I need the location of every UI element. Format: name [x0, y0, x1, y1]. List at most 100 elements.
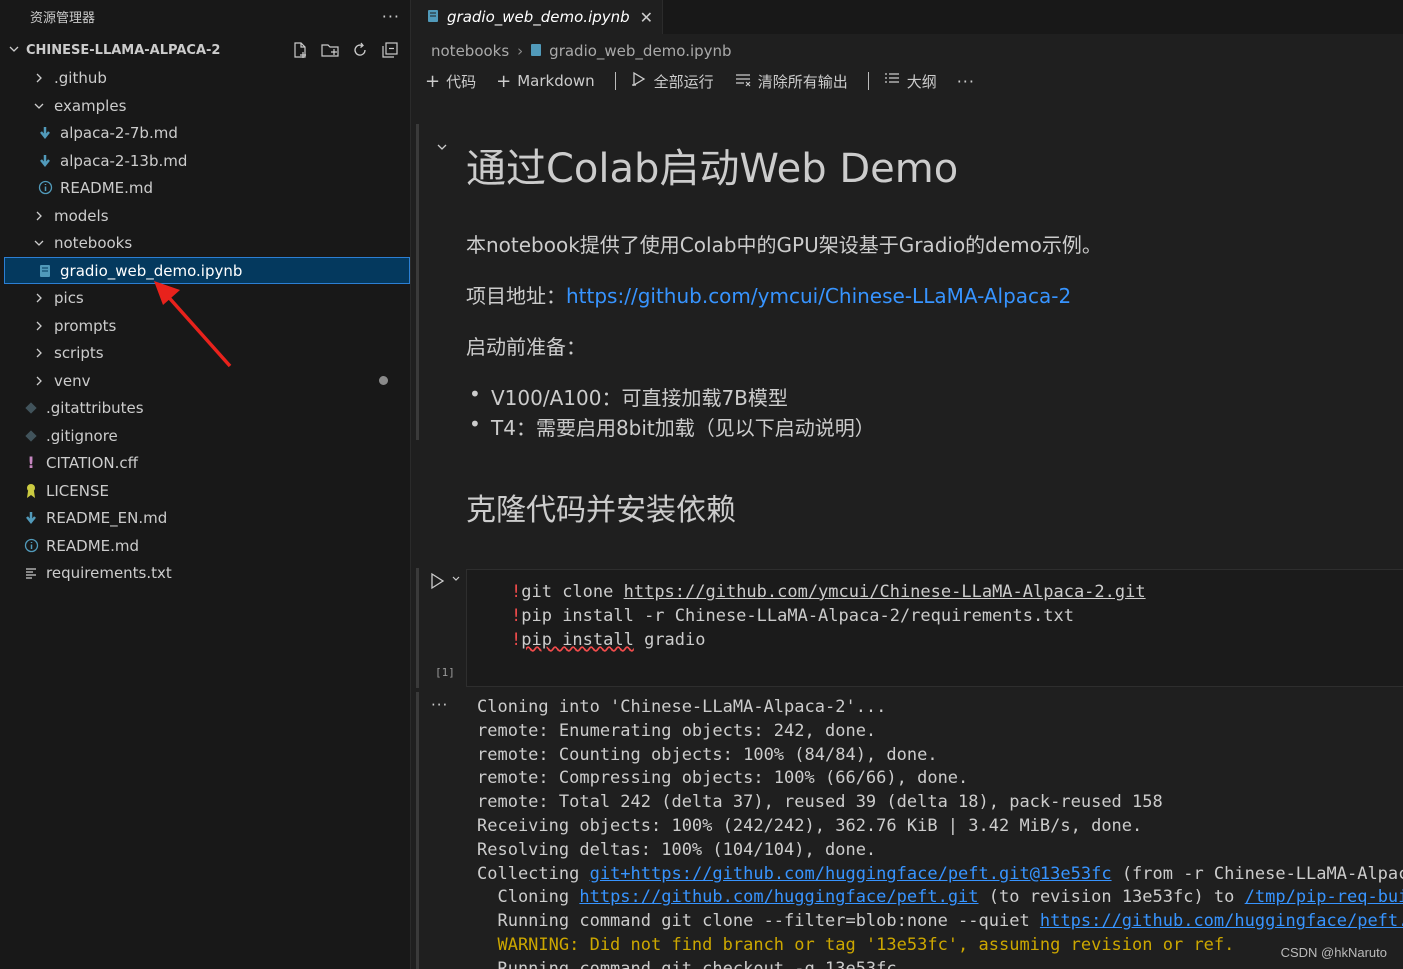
list-icon — [883, 70, 901, 93]
output-text: Cloning — [477, 887, 580, 908]
new-folder-icon[interactable] — [320, 40, 340, 64]
workspace-section-header[interactable]: CHINESE-LLAMA-ALPACA-2 — [8, 38, 408, 62]
output-link[interactable]: /tmp/pip-req-build — [1245, 887, 1403, 907]
tree-item-venv[interactable]: venv — [4, 367, 410, 394]
git-file-icon — [22, 399, 40, 417]
code-text: git clone — [521, 582, 624, 602]
code-text: pip install -r Chinese-LLaMA-Alpaca-2/re… — [521, 606, 1074, 626]
editor-area: gradio_web_demo.ipynb ✕ notebooks › grad… — [411, 0, 1403, 969]
project-address-label: 项目地址： — [466, 284, 566, 308]
chevron-right-icon — [30, 289, 48, 307]
tree-item-notebooks[interactable]: notebooks — [4, 229, 410, 256]
output-line: Receiving objects: 100% (242/242), 362.7… — [477, 815, 1143, 836]
chevron-down-icon — [8, 43, 26, 58]
clear-outputs-label: 清除所有输出 — [757, 72, 848, 91]
text-file-icon — [22, 564, 40, 582]
chevron-right-icon — [30, 344, 48, 362]
tree-item-gitattributes[interactable]: .gitattributes — [4, 394, 410, 421]
tree-item-citation[interactable]: ! CITATION.cff — [4, 449, 410, 476]
explorer-more-button[interactable]: ··· — [382, 7, 400, 26]
tree-item-readme[interactable]: README.md — [4, 532, 410, 559]
new-file-icon[interactable] — [290, 40, 310, 64]
run-all-icon — [630, 70, 648, 93]
tree-item-alpaca-2-13b[interactable]: alpaca-2-13b.md — [4, 147, 410, 174]
run-all-label: 全部运行 — [653, 72, 714, 91]
toolbar-separator — [867, 72, 869, 90]
tree-item-gitignore[interactable]: .gitignore — [4, 422, 410, 449]
output-line: Resolving deltas: 100% (104/104), done. — [477, 839, 877, 860]
tree-item-alpaca-2-7b[interactable]: alpaca-2-7b.md — [4, 119, 410, 146]
modified-dot — [379, 376, 388, 385]
output-link[interactable]: https://github.com/huggingface/peft.git — [579, 887, 978, 907]
tree-item-label: prompts — [54, 316, 117, 335]
run-cell-icon[interactable] — [429, 572, 445, 594]
tab-bar: gradio_web_demo.ipynb ✕ — [411, 0, 1403, 34]
add-code-label: 代码 — [446, 72, 477, 91]
output-text: Collecting — [477, 863, 590, 884]
close-tab-icon[interactable]: ✕ — [640, 8, 653, 27]
explorer-header: 资源管理器 ··· — [30, 4, 400, 28]
collapse-chevron-icon[interactable] — [435, 140, 449, 158]
output-link[interactable]: https://github.com/huggingface/peft.git — [1040, 911, 1403, 931]
tree-item-examples-readme[interactable]: README.md — [4, 174, 410, 201]
code-editor[interactable]: ! git clone https://github.com/ymcui/Chin… — [466, 569, 1403, 687]
tree-item-github[interactable]: .github — [4, 64, 410, 91]
shell-bang: ! — [511, 630, 522, 650]
chevron-down-icon — [30, 97, 48, 115]
tree-item-requirements[interactable]: requirements.txt — [4, 559, 410, 586]
toolbar-more-button[interactable]: ··· — [957, 72, 975, 91]
refresh-icon[interactable] — [350, 40, 370, 64]
notebook-toolbar: + 代码 + Markdown 全部运行 清除所有输出 大纲 ··· — [425, 68, 975, 94]
output-text: (to revision 13e53fc) to — [978, 887, 1245, 908]
output-line: Cloning into 'Chinese-LLaMA-Alpaca-2'... — [477, 697, 887, 717]
collapse-all-icon[interactable] — [380, 40, 400, 64]
add-markdown-cell-button[interactable]: + Markdown — [496, 71, 595, 92]
explorer-title: 资源管理器 — [30, 10, 96, 26]
clear-outputs-button[interactable]: 清除所有输出 — [734, 70, 848, 93]
project-link[interactable]: https://github.com/ymcui/Chinese-LLaMA-A… — [566, 284, 1071, 308]
git-file-icon — [22, 427, 40, 445]
tree-item-label: CITATION.cff — [46, 453, 138, 472]
tree-item-readme-en[interactable]: README_EN.md — [4, 504, 410, 531]
chevron-down-icon[interactable] — [451, 574, 461, 587]
output-focus-bar — [416, 692, 419, 969]
tab-gradio-web-demo[interactable]: gradio_web_demo.ipynb ✕ — [411, 0, 663, 34]
markdown-paragraph-intro: 本notebook提供了使用Colab中的GPU架设基于Gradio的demo示… — [466, 233, 1102, 257]
add-code-cell-button[interactable]: + 代码 — [425, 71, 476, 92]
output-line: Cloning https://github.com/huggingface/p… — [477, 886, 1403, 910]
info-icon — [36, 179, 54, 197]
tree-item-label: README_EN.md — [46, 508, 168, 527]
output-text: Running command git clone --filter=blob:… — [477, 911, 1040, 932]
tree-item-label: notebooks — [54, 233, 133, 252]
workspace-name: CHINESE-LLAMA-ALPACA-2 — [26, 42, 221, 58]
tree-item-models[interactable]: models — [4, 202, 410, 229]
output-line: Collecting git+https://github.com/huggin… — [477, 863, 1403, 887]
output-more-button[interactable]: ··· — [431, 696, 448, 714]
section-actions — [290, 40, 400, 64]
output-line: remote: Total 242 (delta 37), reused 39 … — [477, 792, 1163, 813]
tree-item-license[interactable]: LICENSE — [4, 477, 410, 504]
tree-item-label: README.md — [60, 178, 154, 197]
markdown-file-icon — [36, 124, 54, 142]
tree-item-label: .gitignore — [46, 426, 118, 445]
markdown-file-icon — [22, 509, 40, 527]
outline-button[interactable]: 大纲 — [883, 70, 937, 93]
code-line-3: !pip install gradio — [511, 630, 706, 650]
output-link[interactable]: git+https://github.com/huggingface/peft.… — [590, 864, 1112, 884]
chevron-right-icon — [30, 69, 48, 87]
explorer-sidebar: 资源管理器 ··· CHINESE-LLAMA-ALPACA-2 .github… — [0, 0, 411, 969]
red-arrow-annotation — [154, 281, 232, 368]
execution-count: [1] — [435, 666, 455, 679]
code-url[interactable]: https://github.com/ymcui/Chinese-LLaMA-A… — [624, 582, 1146, 602]
code-line-2: !pip install -r Chinese-LLaMA-Alpaca-2/r… — [511, 606, 1074, 626]
tree-item-label: scripts — [54, 343, 104, 362]
breadcrumb-file[interactable]: gradio_web_demo.ipynb — [549, 42, 731, 60]
tree-item-examples[interactable]: examples — [4, 92, 410, 119]
code-line-1: !git clone https://github.com/ymcui/Chin… — [511, 582, 1146, 602]
breadcrumb-folder[interactable]: notebooks — [431, 42, 509, 60]
outline-label: 大纲 — [906, 72, 937, 91]
exclamation-icon: ! — [27, 453, 35, 472]
breadcrumb: notebooks › gradio_web_demo.ipynb — [431, 40, 732, 62]
tree-item-label: venv — [54, 371, 91, 390]
run-all-button[interactable]: 全部运行 — [630, 70, 714, 93]
